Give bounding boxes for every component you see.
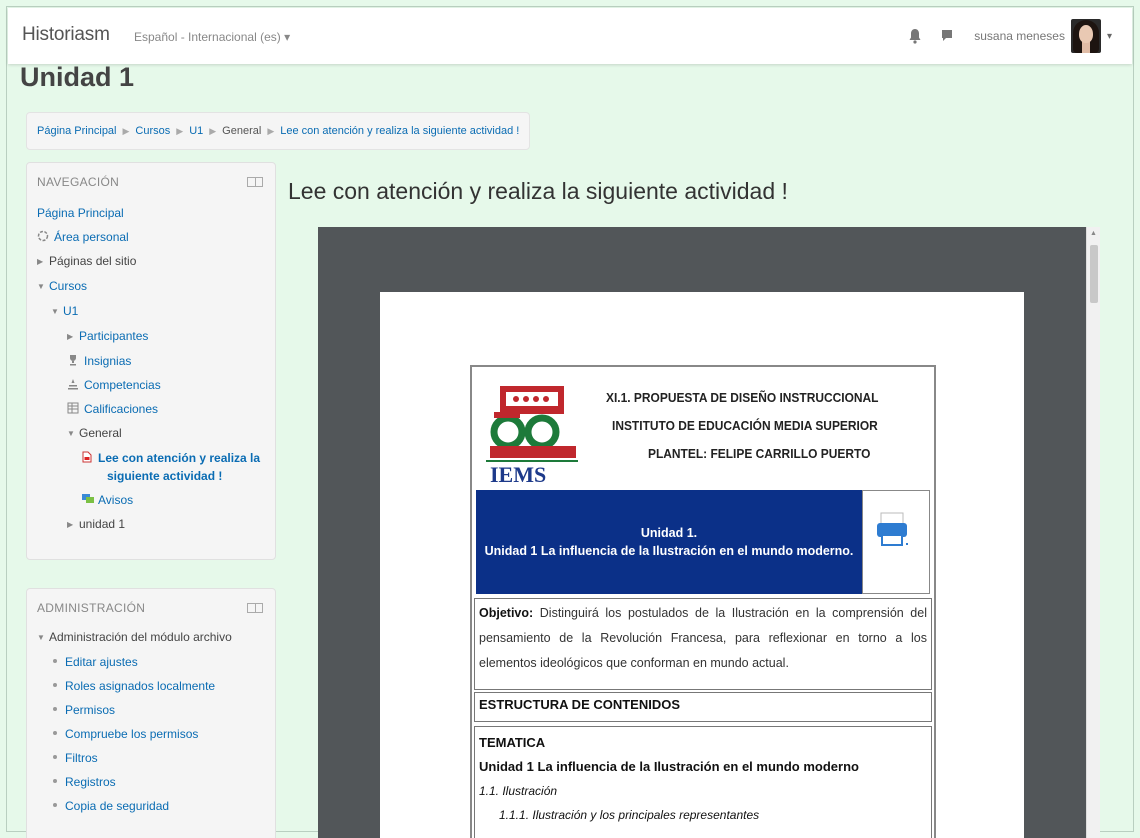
trophy-icon: [67, 350, 81, 366]
objective-label: Objetivo:: [479, 606, 534, 620]
chevron-right-icon: ▶: [67, 332, 74, 341]
nav-item-announcements[interactable]: Avisos: [37, 488, 275, 512]
pdf-scrollbar[interactable]: ▲: [1086, 227, 1100, 838]
breadcrumb-separator-icon: ▶: [209, 125, 217, 136]
navigation-block-header: NAVEGACIÓN: [27, 163, 275, 193]
document-header-line: XI.1. PROPUESTA DE DISEÑO INSTRUCCIONAL: [606, 390, 879, 405]
pdf-file-icon: [81, 450, 95, 463]
breadcrumb-activity[interactable]: Lee con atención y realiza la siguiente …: [280, 125, 519, 137]
navigation-tree: Página Principal Área personal ▶ Páginas …: [27, 193, 275, 537]
nav-item-competencies[interactable]: Competencias: [37, 373, 275, 397]
top-navbar: Historiasm Español - Internacional (es) …: [8, 8, 1132, 64]
iems-logo: IEMS: [486, 384, 578, 487]
avatar[interactable]: [1070, 19, 1101, 53]
objective-cell: Objetivo: Distinguirá los postulados de …: [474, 598, 932, 690]
admin-item-backup[interactable]: Copia de seguridad: [37, 794, 275, 818]
breadcrumb-courses[interactable]: Cursos: [135, 125, 170, 137]
block-collapse-icon[interactable]: [247, 603, 263, 613]
chevron-right-icon: ▶: [37, 257, 44, 266]
objective-text: Distinguirá los postulados de la Ilustra…: [479, 606, 927, 670]
site-brand[interactable]: Historiasm: [22, 24, 110, 46]
topics-cell: TEMATICA Unidad 1 La influencia de la Il…: [474, 726, 932, 838]
nav-item-u1[interactable]: ▼ U1: [37, 299, 275, 324]
scroll-thumb[interactable]: [1090, 245, 1098, 303]
admin-item-roles[interactable]: Roles asignados localmente: [37, 674, 275, 698]
nav-item-current-activity[interactable]: Lee con atención y realiza la siguiente …: [37, 446, 275, 485]
unit-banner-subtitle: Unidad 1 La influencia de la Ilustración…: [484, 544, 854, 558]
chevron-down-icon: ▼: [67, 429, 75, 438]
admin-item-filters[interactable]: Filtros: [37, 746, 275, 770]
grades-table-icon: [67, 398, 81, 414]
document-header-line: INSTITUTO DE EDUCACIÓN MEDIA SUPERIOR: [612, 418, 878, 433]
content-structure-heading: ESTRUCTURA DE CONTENIDOS: [474, 692, 932, 722]
page-title: Unidad 1: [20, 62, 135, 92]
nav-item-badges[interactable]: Insignias: [37, 349, 275, 373]
nav-item-site-pages[interactable]: ▶ Páginas del sitio: [37, 249, 275, 274]
competencies-icon: [67, 374, 81, 390]
chevron-down-icon: ▼: [37, 633, 45, 642]
scroll-up-icon[interactable]: ▲: [1090, 230, 1097, 237]
admin-item-check-permissions[interactable]: Compruebe los permisos: [37, 722, 275, 746]
topics-heading: TEMATICA: [479, 735, 546, 750]
admin-item-permissions[interactable]: Permisos: [37, 698, 275, 722]
nav-item-general[interactable]: ▼ General: [37, 421, 275, 446]
administration-block: ADMINISTRACIÓN ▼ Administración del módul…: [26, 588, 276, 838]
document-header-line: PLANTEL: FELIPE CARRILLO PUERTO: [648, 446, 871, 461]
navigation-block: NAVEGACIÓN Página Principal Área persona…: [26, 162, 276, 560]
dashboard-icon: [37, 226, 51, 242]
language-selector[interactable]: Español - Internacional (es) ▾: [134, 30, 290, 44]
print-button[interactable]: [862, 490, 930, 594]
chevron-down-icon: ▼: [51, 307, 59, 316]
breadcrumb-general[interactable]: General: [222, 125, 261, 137]
unit-banner-title: Unidad 1.: [640, 526, 698, 540]
notification-bell-icon[interactable]: [904, 25, 926, 47]
administration-block-header: ADMINISTRACIÓN: [27, 589, 275, 619]
breadcrumb: Página Principal ▶ Cursos ▶ U1 ▶ General…: [26, 112, 531, 150]
printer-icon: [877, 512, 908, 546]
admin-item-edit-settings[interactable]: Editar ajustes: [37, 650, 275, 674]
messages-icon[interactable]: [936, 25, 958, 47]
chevron-down-icon[interactable]: ▾: [1107, 31, 1112, 42]
topic-item: 1.1. Ilustración: [479, 784, 558, 798]
nav-item-unidad-1[interactable]: ▶ unidad 1: [37, 512, 275, 537]
block-collapse-icon[interactable]: [247, 177, 263, 187]
user-menu-area: susana meneses ▾: [904, 19, 1112, 53]
nav-item-home[interactable]: Página Principal: [37, 201, 275, 225]
breadcrumb-separator-icon: ▶: [176, 125, 184, 136]
nav-item-courses[interactable]: ▼ Cursos: [37, 274, 275, 299]
navigation-block-title: NAVEGACIÓN: [37, 175, 120, 189]
breadcrumb-separator-icon: ▶: [122, 125, 130, 136]
topics-unit: Unidad 1 La influencia de la Ilustración…: [479, 759, 859, 774]
administration-tree: ▼ Administración del módulo archivo Edita…: [27, 619, 275, 818]
admin-section-module[interactable]: ▼ Administración del módulo archivo: [37, 625, 275, 650]
chevron-down-icon: ▼: [37, 282, 45, 291]
topic-subitem: 1.1.1. Ilustración y los principales rep…: [499, 808, 760, 822]
activity-heading: Lee con atención y realiza la siguiente …: [288, 178, 788, 204]
breadcrumb-home[interactable]: Página Principal: [37, 125, 117, 137]
admin-item-logs[interactable]: Registros: [37, 770, 275, 794]
administration-block-title: ADMINISTRACIÓN: [37, 601, 146, 615]
chevron-right-icon: ▶: [67, 520, 74, 529]
nav-item-grades[interactable]: Calificaciones: [37, 397, 275, 421]
breadcrumb-u1[interactable]: U1: [189, 125, 203, 137]
forum-icon: [81, 489, 95, 503]
unit-banner: Unidad 1. Unidad 1 La influencia de la I…: [476, 490, 862, 594]
nav-item-dashboard[interactable]: Área personal: [37, 225, 275, 249]
logo-text: IEMS: [490, 462, 546, 484]
nav-item-participants[interactable]: ▶ Participantes: [37, 324, 275, 349]
user-name[interactable]: susana meneses: [974, 29, 1065, 43]
breadcrumb-separator-icon: ▶: [267, 125, 275, 136]
